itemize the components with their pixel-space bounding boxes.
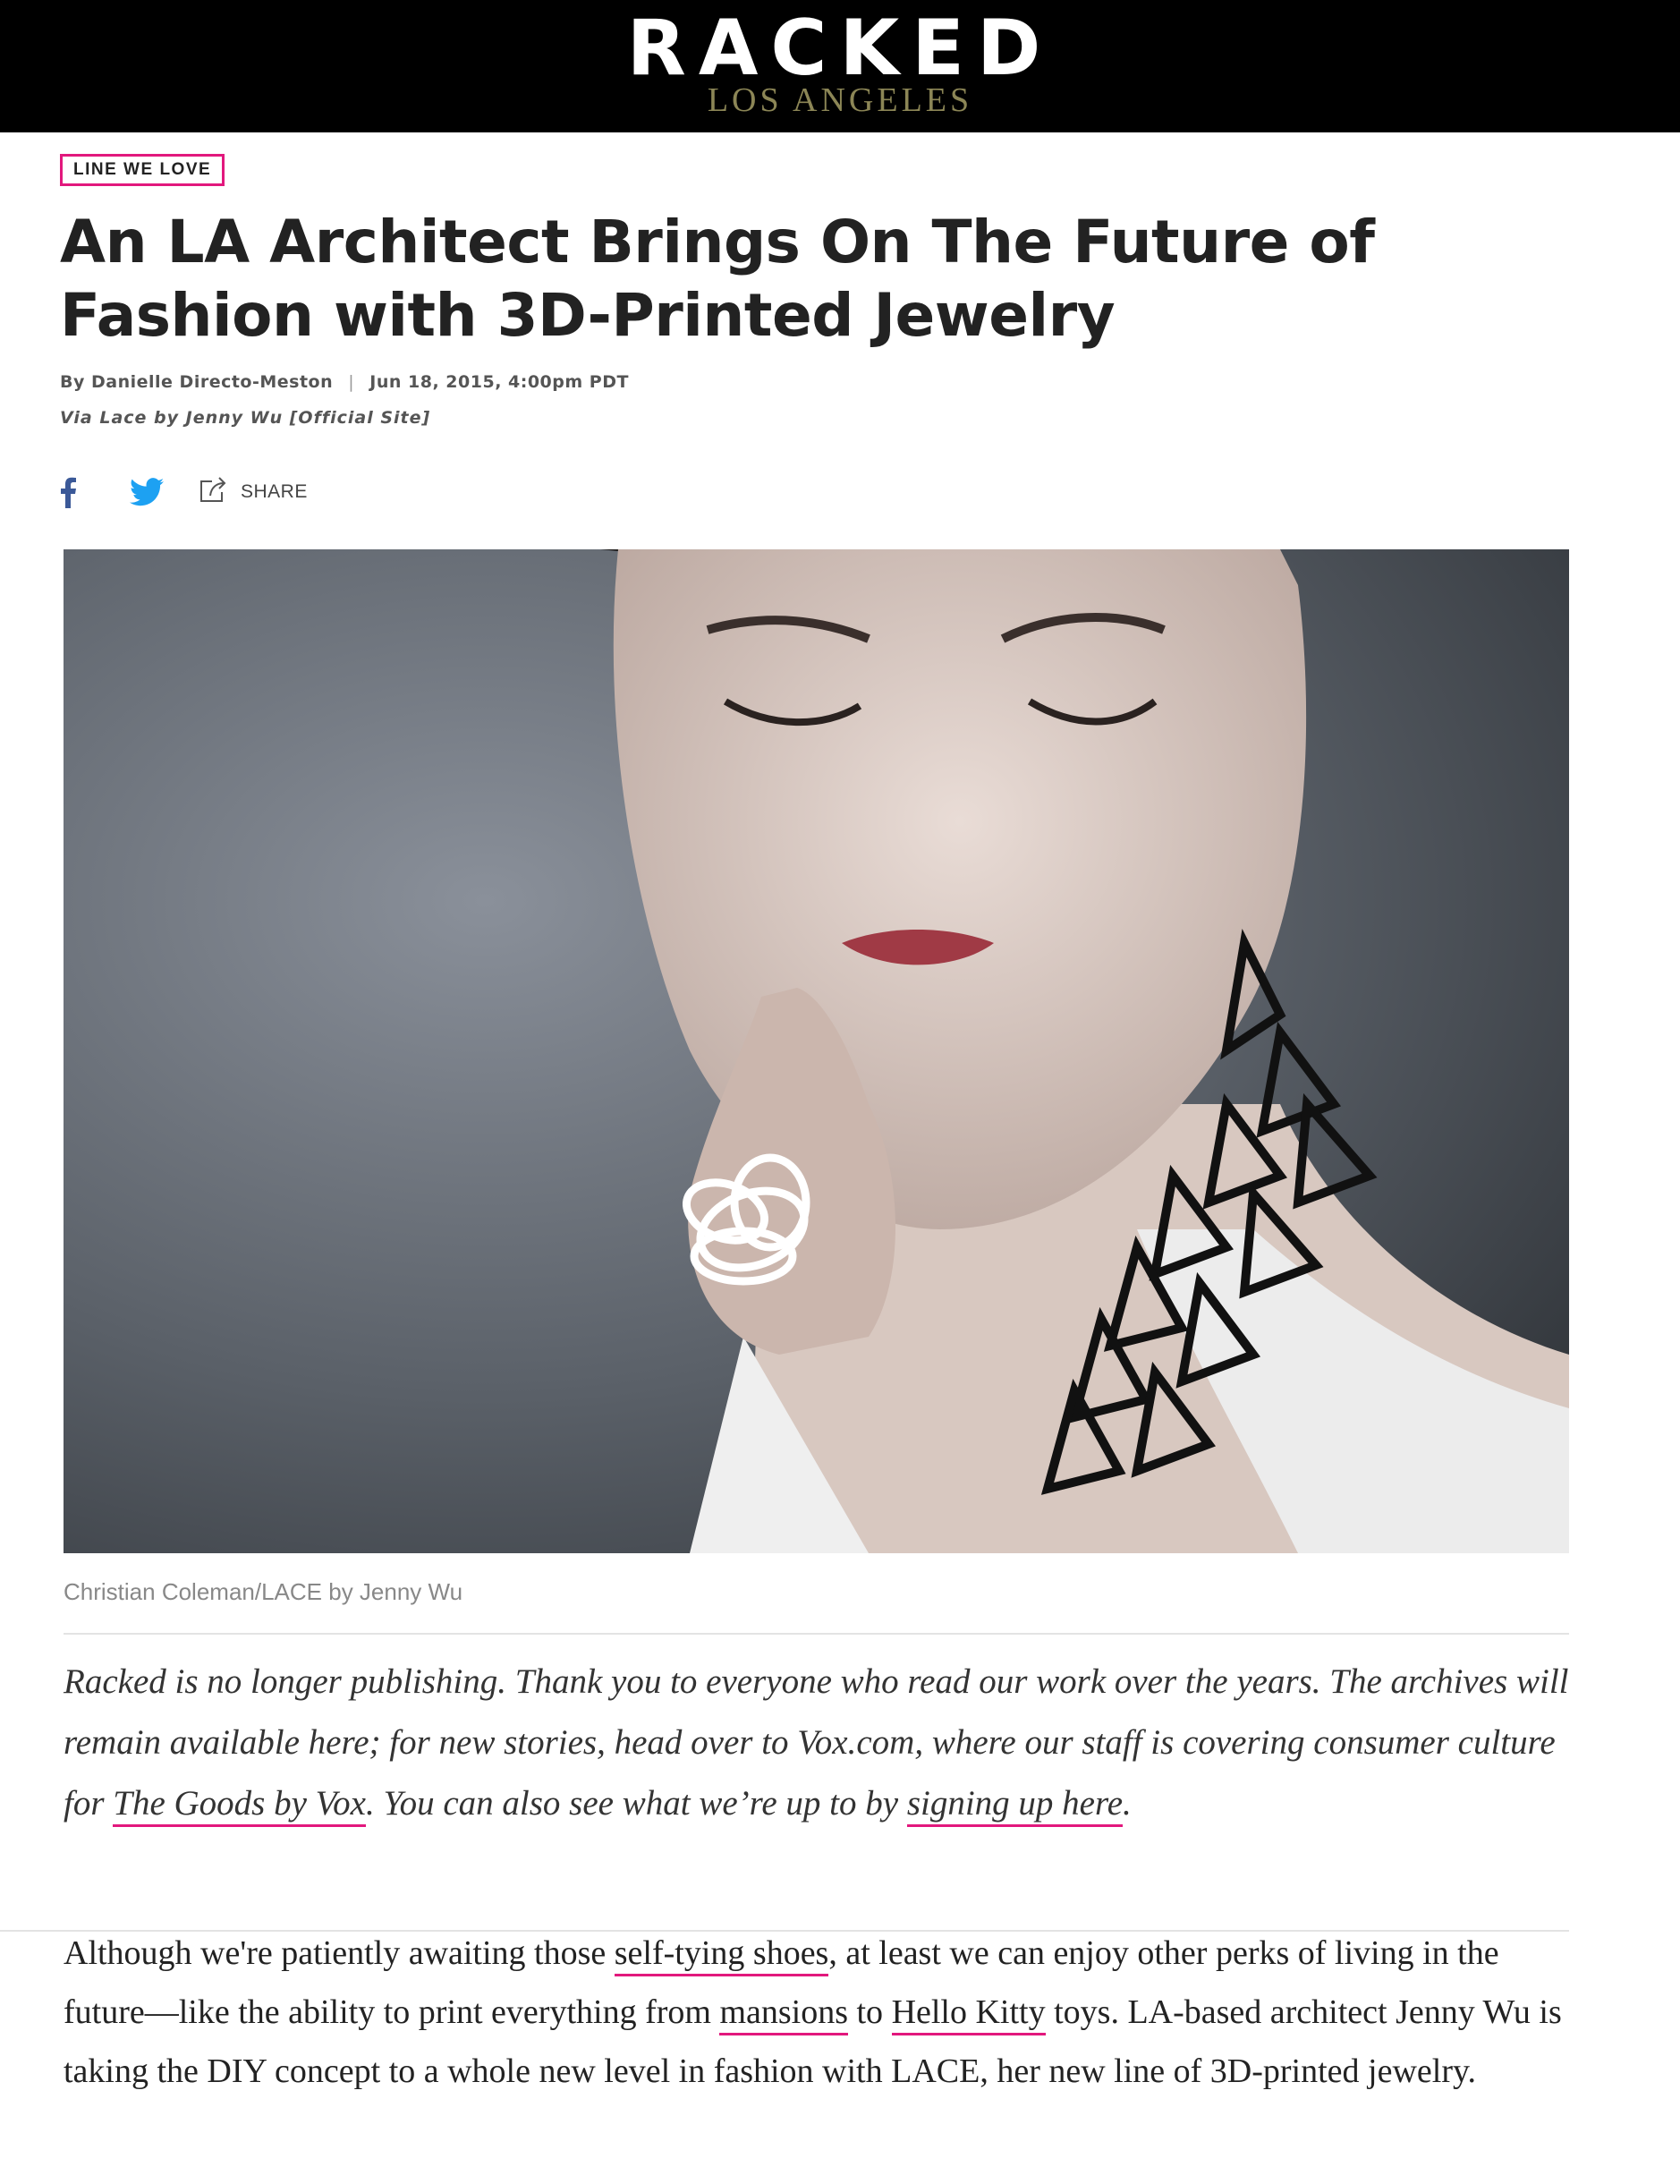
signup-link[interactable]: signing up here — [906, 1784, 1124, 1827]
self-tying-shoes-link[interactable]: self-tying shoes — [614, 1934, 829, 1976]
hero-photo — [64, 549, 1569, 1553]
notice-text: . You can also see what we’re up to by — [365, 1784, 907, 1823]
hero-image — [64, 549, 1569, 1553]
category-tag[interactable]: LINE WE LOVE — [60, 154, 225, 186]
twitter-icon[interactable] — [130, 474, 165, 510]
masthead: RACKED LOS ANGELES — [0, 0, 1680, 132]
hello-kitty-link[interactable]: Hello Kitty — [891, 1993, 1046, 2035]
closure-notice: Racked is no longer publishing. Thank yo… — [64, 1652, 1569, 1834]
body-text: to — [848, 1993, 892, 2031]
divider — [64, 1633, 1569, 1635]
byline-prefix: By — [60, 372, 85, 392]
share-icon — [198, 474, 230, 511]
share-button[interactable]: SHARE — [198, 474, 308, 511]
author-link[interactable]: Danielle Directo-Meston — [91, 372, 333, 392]
publish-date: Jun 18, 2015, 4:00pm PDT — [369, 372, 629, 392]
body-text: Although we're patiently awaiting those — [64, 1934, 615, 1972]
site-logo-city[interactable]: LOS ANGELES — [0, 82, 1680, 118]
notice-text: . — [1123, 1784, 1132, 1823]
share-row: SHARE — [60, 472, 308, 512]
via-source: Via Lace by Jenny Wu [Official Site] — [60, 408, 430, 428]
article-title: An LA Architect Brings On The Future of … — [60, 208, 1375, 350]
image-caption: Christian Coleman/LACE by Jenny Wu — [64, 1578, 463, 1605]
article-body-paragraph: Although we're patiently awaiting those … — [64, 1924, 1569, 2101]
share-label: SHARE — [241, 481, 308, 502]
byline: By Danielle Directo-Meston | Jun 18, 201… — [60, 372, 629, 392]
byline-separator: | — [348, 372, 355, 392]
facebook-icon[interactable] — [60, 474, 81, 510]
mansions-link[interactable]: mansions — [719, 1993, 848, 2035]
site-logo[interactable]: RACKED — [0, 7, 1680, 89]
via-source-link[interactable]: Lace by Jenny Wu [Official Site] — [99, 408, 430, 428]
via-prefix: Via — [60, 408, 93, 428]
the-goods-link[interactable]: The Goods by Vox — [113, 1784, 366, 1827]
